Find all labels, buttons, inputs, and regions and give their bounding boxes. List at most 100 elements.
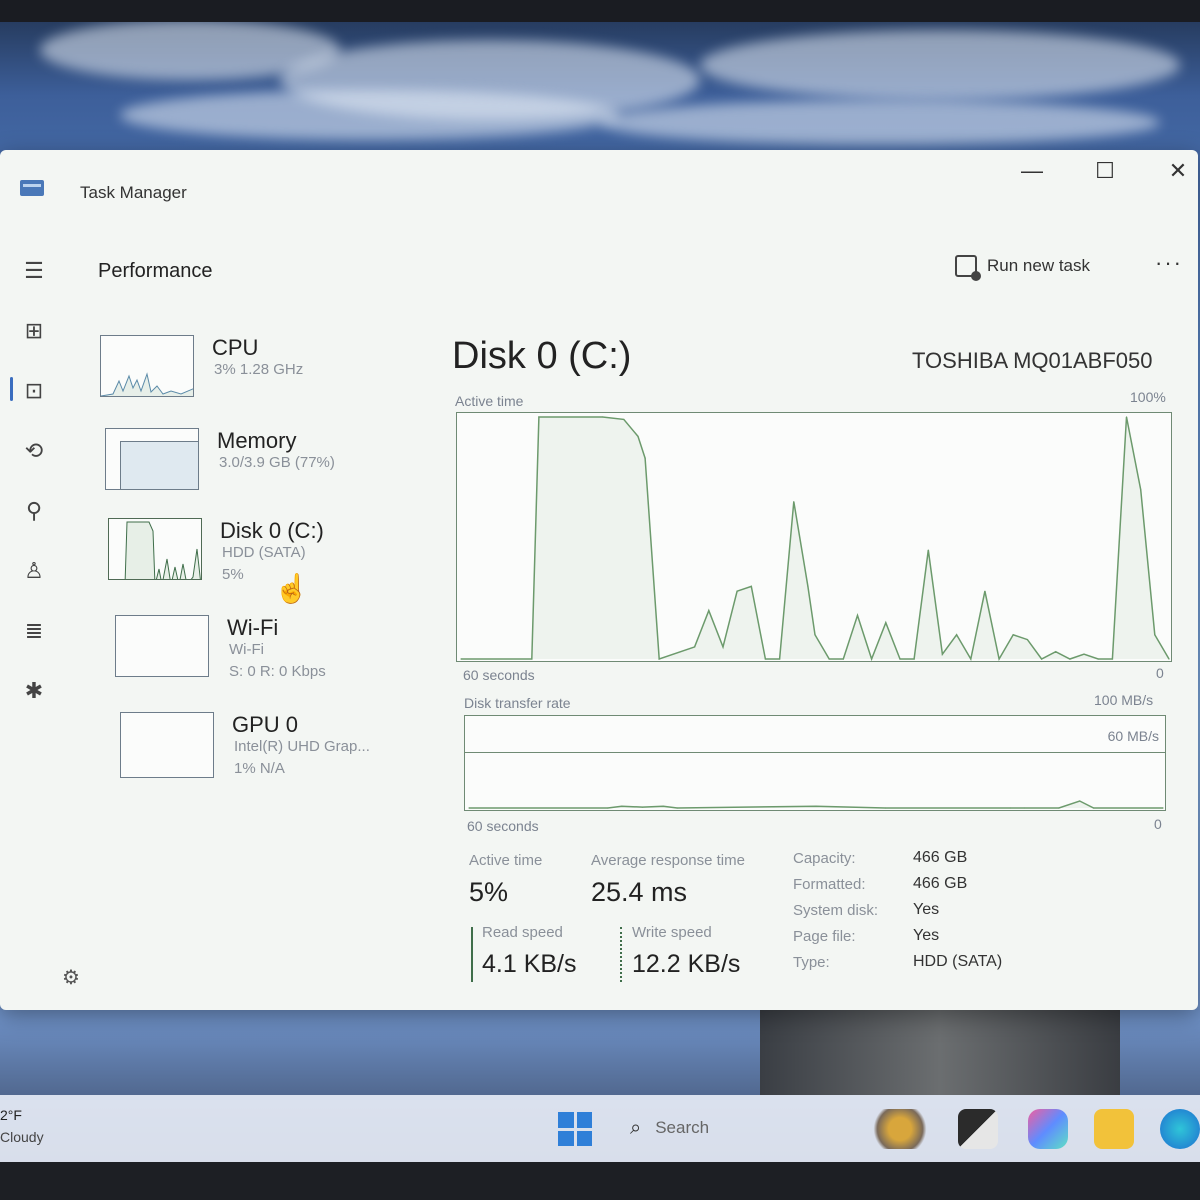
data-point — [814, 634, 816, 636]
data-point — [1162, 807, 1164, 809]
title-bar[interactable]: Task Manager — ☐ ✕ — [0, 150, 1198, 230]
transfer-rate-graph: 60 MB/s — [464, 715, 1166, 811]
taskbar: 2°F Cloudy ⌕ Search — [0, 1095, 1200, 1162]
resource-item-wifi[interactable]: Wi-Fi Wi-Fi S: 0 R: 0 Kbps — [115, 615, 435, 695]
file-explorer-icon[interactable] — [1094, 1109, 1134, 1149]
run-new-task-label: Run new task — [987, 256, 1090, 275]
data-point — [1058, 807, 1060, 809]
details-icon[interactable]: ≣ — [18, 615, 50, 647]
avg-response-label: Average response time — [591, 852, 745, 869]
data-point — [899, 658, 901, 660]
data-point — [1069, 658, 1071, 660]
data-point — [1055, 651, 1057, 653]
settings-icon[interactable]: ⚙ — [62, 965, 80, 990]
weather-description[interactable]: Cloudy — [0, 1129, 44, 1145]
data-point — [1009, 807, 1011, 809]
resource-name: Memory — [217, 428, 297, 453]
startup-apps-icon[interactable]: ⚲ — [18, 495, 50, 527]
formatted-value: 466 GB — [913, 875, 968, 892]
data-point — [722, 646, 724, 648]
copilot-icon[interactable] — [1028, 1109, 1068, 1149]
data-point — [531, 658, 533, 660]
resource-item-disk-0[interactable]: Disk 0 (C:) HDD (SATA) 5% — [108, 518, 428, 598]
data-point — [637, 435, 639, 437]
disk-thumbnail-graph — [108, 518, 202, 580]
users-icon[interactable]: ♙ — [18, 555, 50, 587]
transfer-graph-label: Disk transfer rate — [464, 695, 571, 711]
performance-icon[interactable]: ⊡ — [18, 375, 50, 407]
data-point — [644, 457, 646, 459]
series-area — [461, 417, 1169, 659]
read-speed-value: 4.1 KB/s — [482, 950, 577, 978]
capacity-label: Capacity: — [793, 850, 856, 867]
minimize-button[interactable]: — — [1012, 156, 1052, 186]
weather-temperature[interactable]: 2°F — [0, 1107, 22, 1123]
run-new-task-button[interactable]: Run new task — [955, 252, 1090, 281]
read-speed-indicator — [471, 927, 473, 982]
close-button[interactable]: ✕ — [1158, 156, 1198, 186]
data-point — [815, 805, 817, 807]
type-value: HDD (SATA) — [913, 953, 1003, 970]
data-point — [662, 805, 664, 807]
data-point — [956, 634, 958, 636]
screen-bezel-top — [0, 0, 1200, 22]
search-icon: ⌕ — [630, 1116, 642, 1139]
active-indicator — [10, 377, 13, 401]
resource-name: CPU — [212, 335, 259, 360]
active-time-stat-value: 5% — [469, 877, 509, 907]
screen-bezel-bottom — [0, 1162, 1200, 1200]
resource-usage: 5% — [222, 566, 244, 583]
more-options-button[interactable]: ··· — [1155, 250, 1183, 276]
data-point — [1168, 658, 1170, 660]
data-point — [793, 501, 795, 503]
transfer-max-label: 100 MB/s — [1094, 692, 1154, 708]
data-point — [871, 658, 873, 660]
data-point — [694, 646, 696, 648]
navigation-rail: ☰ ⊞ ⊡ ⟲ ⚲ ♙ ≣ ✱ — [0, 245, 80, 985]
resource-detail: 3.0/3.9 GB (77%) — [219, 454, 335, 471]
run-task-icon — [955, 255, 981, 281]
data-point — [641, 806, 644, 808]
data-point — [1093, 807, 1095, 809]
resource-item-gpu-0[interactable]: GPU 0 Intel(R) UHD Grap... 1% N/A — [120, 712, 440, 792]
page-file-label: Page file: — [793, 928, 856, 945]
processes-icon[interactable]: ⊞ — [18, 315, 50, 347]
resource-name: Disk 0 (C:) — [220, 518, 324, 543]
edge-browser-icon[interactable] — [1160, 1109, 1200, 1149]
app-history-icon[interactable]: ⟲ — [18, 435, 50, 467]
resource-item-memory[interactable]: Memory 3.0/3.9 GB (77%) — [105, 428, 425, 508]
active-time-graph-label: Active time — [455, 393, 524, 409]
resource-item-cpu[interactable]: CPU 3% 1.28 GHz — [100, 335, 420, 415]
data-point — [538, 416, 540, 418]
series-line — [469, 800, 1163, 809]
data-point — [998, 658, 1000, 660]
resource-detail: HDD (SATA) — [222, 544, 306, 561]
taskbar-search[interactable]: ⌕ Search — [620, 1109, 840, 1147]
type-label: Type: — [793, 954, 830, 971]
maximize-button[interactable]: ☐ — [1085, 156, 1125, 186]
task-view-icon[interactable] — [958, 1109, 998, 1149]
write-speed-label: Write speed — [632, 924, 712, 941]
data-point — [1140, 489, 1142, 491]
system-disk-value: Yes — [913, 901, 940, 918]
active-time-duration-label: 60 seconds — [463, 667, 535, 683]
capacity-value: 466 GB — [913, 849, 968, 866]
wifi-thumbnail-graph — [115, 615, 209, 677]
search-highlight-icon[interactable] — [868, 1109, 932, 1149]
data-point — [1023, 807, 1025, 809]
formatted-label: Formatted: — [793, 876, 866, 893]
task-manager-icon — [20, 180, 44, 196]
services-icon[interactable]: ✱ — [18, 675, 50, 707]
start-button[interactable] — [558, 1112, 592, 1146]
data-point — [1040, 658, 1043, 660]
data-point — [623, 418, 625, 421]
task-manager-window: Task Manager — ☐ ✕ ☰ ⊞ ⊡ ⟲ ⚲ ♙ ≣ ✱ ⚙ Per… — [0, 150, 1198, 1010]
hamburger-menu-icon[interactable]: ☰ — [18, 255, 50, 287]
data-point — [468, 807, 470, 809]
data-point — [460, 658, 462, 660]
resource-name: Wi-Fi — [227, 615, 279, 640]
data-point — [913, 658, 915, 660]
data-point — [828, 658, 830, 660]
resource-usage: 1% N/A — [234, 760, 285, 777]
active-time-stat-label: Active time — [469, 852, 543, 869]
